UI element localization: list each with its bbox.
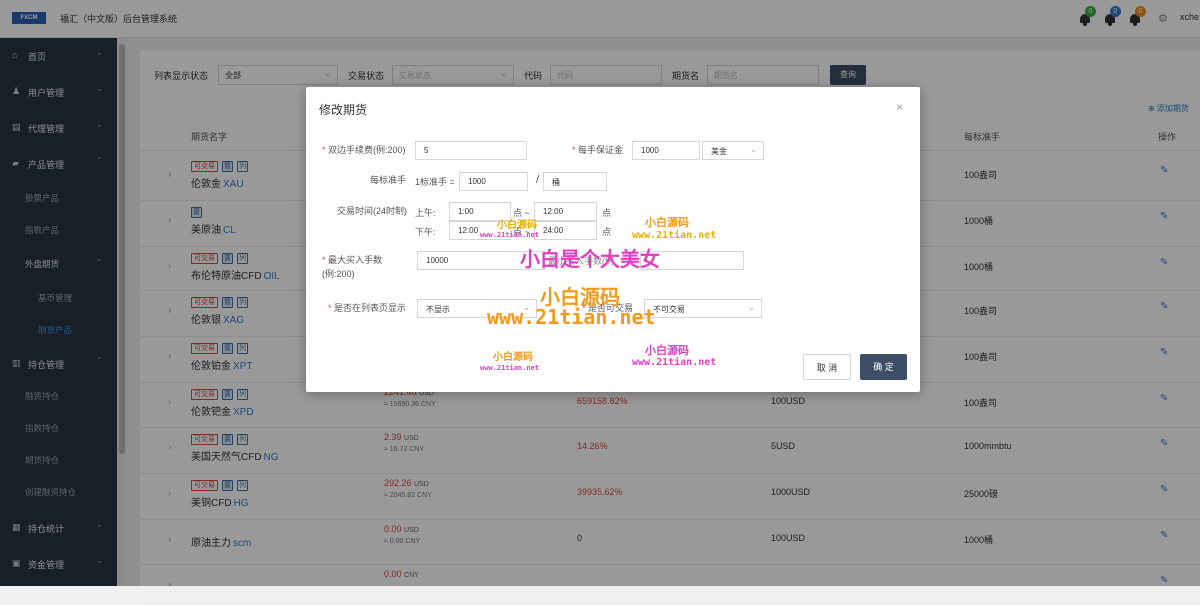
close-icon[interactable]: ×: [896, 100, 903, 114]
watermark-big: 小白是个大美女: [520, 247, 660, 271]
watermark-small: 小白源码: [645, 216, 689, 229]
am-suffix: 点: [602, 208, 612, 218]
cancel-button[interactable]: 取 消: [803, 354, 851, 380]
watermark-url: www.21tian.net: [480, 364, 540, 372]
fee-label: * 双边手续费(例:200): [322, 145, 406, 155]
watermark-url: www.21tian.net: [480, 231, 540, 239]
margin-label: * 每手保证金: [572, 145, 624, 155]
am-end-input[interactable]: 12:00: [534, 202, 597, 221]
edit-futures-modal: 修改期货 × * 双边手续费(例:200) 5 * 每手保证金 1000 美金 ⌄…: [306, 87, 920, 392]
chevron-down-icon: ⌄: [748, 303, 755, 312]
fee-input[interactable]: 5: [415, 141, 527, 160]
standard-lot-label: 每标准手: [370, 175, 407, 185]
standard-lot-prefix: 1标准手 =: [415, 177, 455, 187]
watermark-small: 小白源码: [645, 344, 689, 357]
am-label: 上午:: [415, 208, 436, 218]
show-in-list-label: * 是否在列表页显示: [328, 303, 407, 313]
max-lots-label: * 最大买入手数(例:200): [322, 255, 383, 279]
tradeable-select[interactable]: 不可交易 ⌄: [644, 299, 762, 318]
pm-label: 下午:: [415, 227, 436, 237]
standard-unit-input[interactable]: 桶: [543, 172, 607, 191]
standard-lot-input[interactable]: 1000: [459, 172, 528, 191]
slash-separator: /: [536, 174, 540, 186]
margin-input[interactable]: 1000: [632, 141, 700, 160]
pm-suffix: 点: [602, 227, 612, 237]
watermark-url: www.21tian.net: [487, 305, 656, 329]
pm-end-input[interactable]: 24:00: [534, 221, 597, 240]
confirm-button[interactable]: 确 定: [860, 354, 907, 380]
chevron-down-icon: ⌄: [750, 145, 757, 154]
modal-title: 修改期货: [319, 103, 368, 117]
watermark-small: 小白源码: [497, 220, 537, 231]
trading-time-label: 交易时间(24时制): [337, 206, 408, 216]
watermark-url: www.21tian.net: [632, 230, 717, 241]
watermark-small: 小白源码: [493, 352, 533, 363]
watermark-url: www.21tian.net: [632, 357, 717, 368]
currency-select[interactable]: 美金 ⌄: [702, 141, 764, 160]
